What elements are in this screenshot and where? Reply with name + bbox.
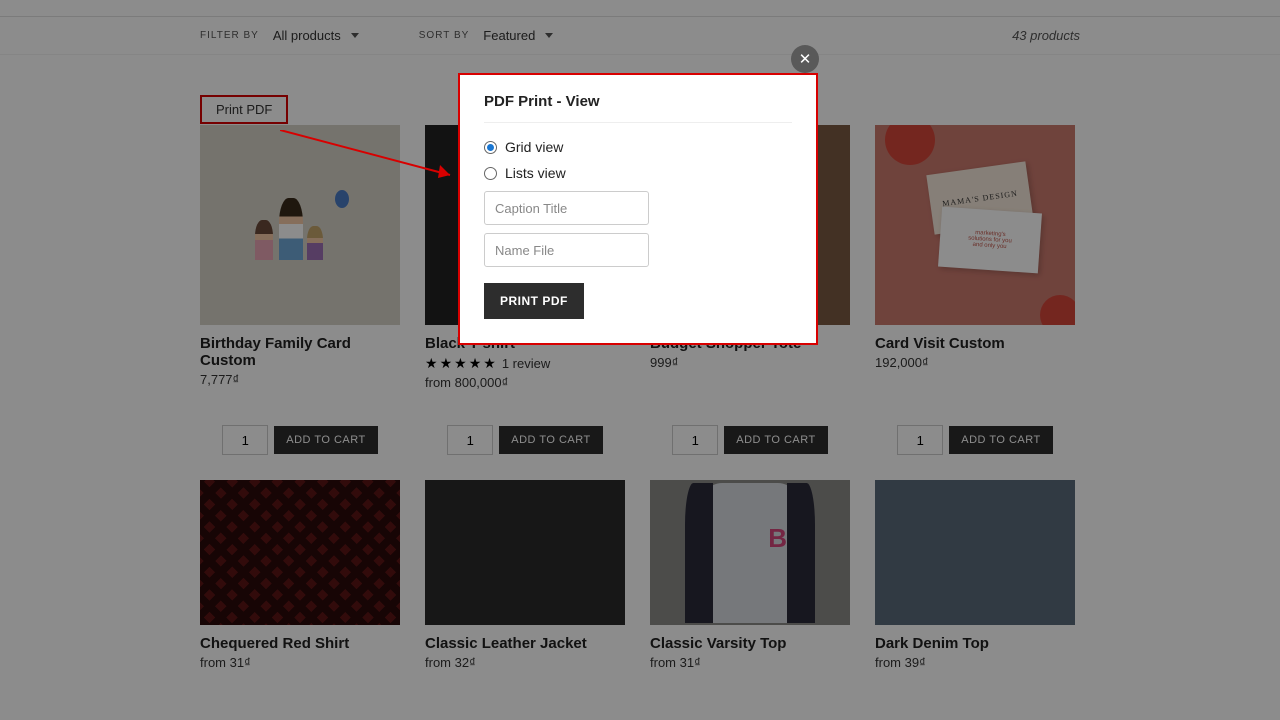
modal-title: PDF Print - View — [484, 93, 792, 123]
radio-icon — [484, 167, 497, 180]
grid-view-radio[interactable]: Grid view — [484, 139, 792, 155]
radio-label: Grid view — [505, 139, 563, 155]
lists-view-radio[interactable]: Lists view — [484, 165, 792, 181]
close-button[interactable]: ✕ — [791, 45, 819, 73]
radio-icon — [484, 141, 497, 154]
pdf-print-modal: PDF Print - View Grid view Lists view PR… — [458, 73, 818, 345]
caption-title-input[interactable] — [484, 191, 649, 225]
radio-label: Lists view — [505, 165, 566, 181]
name-file-input[interactable] — [484, 233, 649, 267]
print-pdf-submit-button[interactable]: PRINT PDF — [484, 283, 584, 319]
annotation-arrow — [280, 130, 470, 190]
close-icon: ✕ — [799, 50, 812, 68]
